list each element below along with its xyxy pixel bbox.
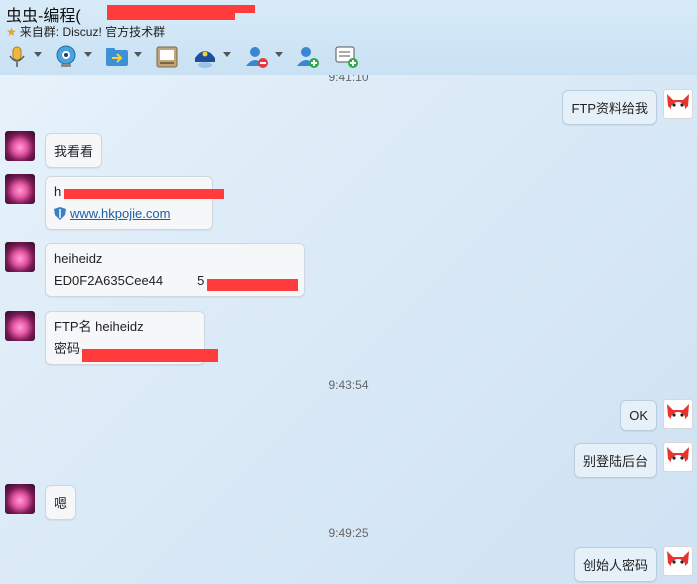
chat-window-header: 虫虫-编程( ★ 来自群: Discuz! 官方技术群 [0,0,697,75]
toolbar [0,42,697,74]
avatar[interactable] [663,442,693,472]
redaction-mark [82,349,218,362]
microphone-icon[interactable] [4,44,30,70]
avatar[interactable] [5,174,35,204]
timestamp: 9:41:10 [328,75,369,84]
avatar[interactable] [5,242,35,272]
star-icon: ★ [6,25,17,39]
message-text: h [54,184,62,199]
avatar[interactable] [663,89,693,119]
message-bubble-outgoing[interactable]: 别登陆后台 [573,443,657,478]
chevron-down-icon[interactable] [84,52,92,57]
message-text: 5 [197,273,205,288]
avatar[interactable] [5,311,35,341]
remove-contact-icon[interactable] [244,44,270,70]
chevron-down-icon[interactable] [34,52,42,57]
message-line: www.hkpojie.com [54,203,204,225]
avatar[interactable] [5,131,35,161]
message-text: FTP资料给我 [571,101,648,116]
message-bubble-incoming[interactable]: h www.hkpojie.com [45,176,213,230]
message-text: 嗯 [54,496,68,511]
redaction-mark [107,13,235,20]
avatar[interactable] [663,399,693,429]
chevron-down-icon[interactable] [275,52,283,57]
message-text: ED0F2A635Cee44 [54,273,164,288]
redaction-mark [64,189,224,199]
avatar[interactable] [5,484,35,514]
message-line: heiheidz [54,248,296,270]
group-source-label: ★ 来自群: Discuz! 官方技术群 [6,23,165,40]
message-record-icon[interactable] [334,44,360,70]
send-file-icon[interactable] [104,44,130,70]
message-bubble-outgoing[interactable]: OK [620,400,657,431]
message-text: 创始人密码 [582,558,648,573]
message-list[interactable]: 9:41:10 FTP资料给我 我看看 h www.hkpojie.com he… [0,75,697,584]
message-text: 我看看 [54,144,94,159]
message-bubble-outgoing[interactable]: 创始人密码 [573,547,657,582]
message-text: OK [629,408,648,423]
timestamp: 9:49:25 [328,526,369,540]
message-text: heiheidz [54,251,103,266]
message-bubble-outgoing[interactable]: FTP资料给我 [562,90,657,125]
message-line: FTP名 heiheidz [54,316,196,338]
avatar[interactable] [663,546,693,576]
group-admin-icon[interactable] [192,44,218,70]
message-bubble-incoming[interactable]: 我看看 [45,133,103,168]
redaction-mark [107,5,255,13]
link[interactable]: www.hkpojie.com [70,206,170,221]
chevron-down-icon[interactable] [134,52,142,57]
screen-icon[interactable] [154,44,180,70]
camera-icon[interactable] [53,44,79,70]
message-bubble-incoming[interactable]: 嗯 [45,485,77,520]
subtitle-group: Discuz! 官方技术群 [62,25,166,39]
add-contact-icon[interactable] [295,44,321,70]
shield-icon [54,205,66,220]
message-text: 密码 [54,341,81,356]
timestamp: 9:43:54 [328,378,369,392]
subtitle-prefix: 来自群: [19,25,60,39]
message-text: FTP名 heiheidz [54,319,144,334]
chevron-down-icon[interactable] [223,52,231,57]
message-text: 别登陆后台 [582,454,648,469]
redaction-mark [207,279,298,291]
